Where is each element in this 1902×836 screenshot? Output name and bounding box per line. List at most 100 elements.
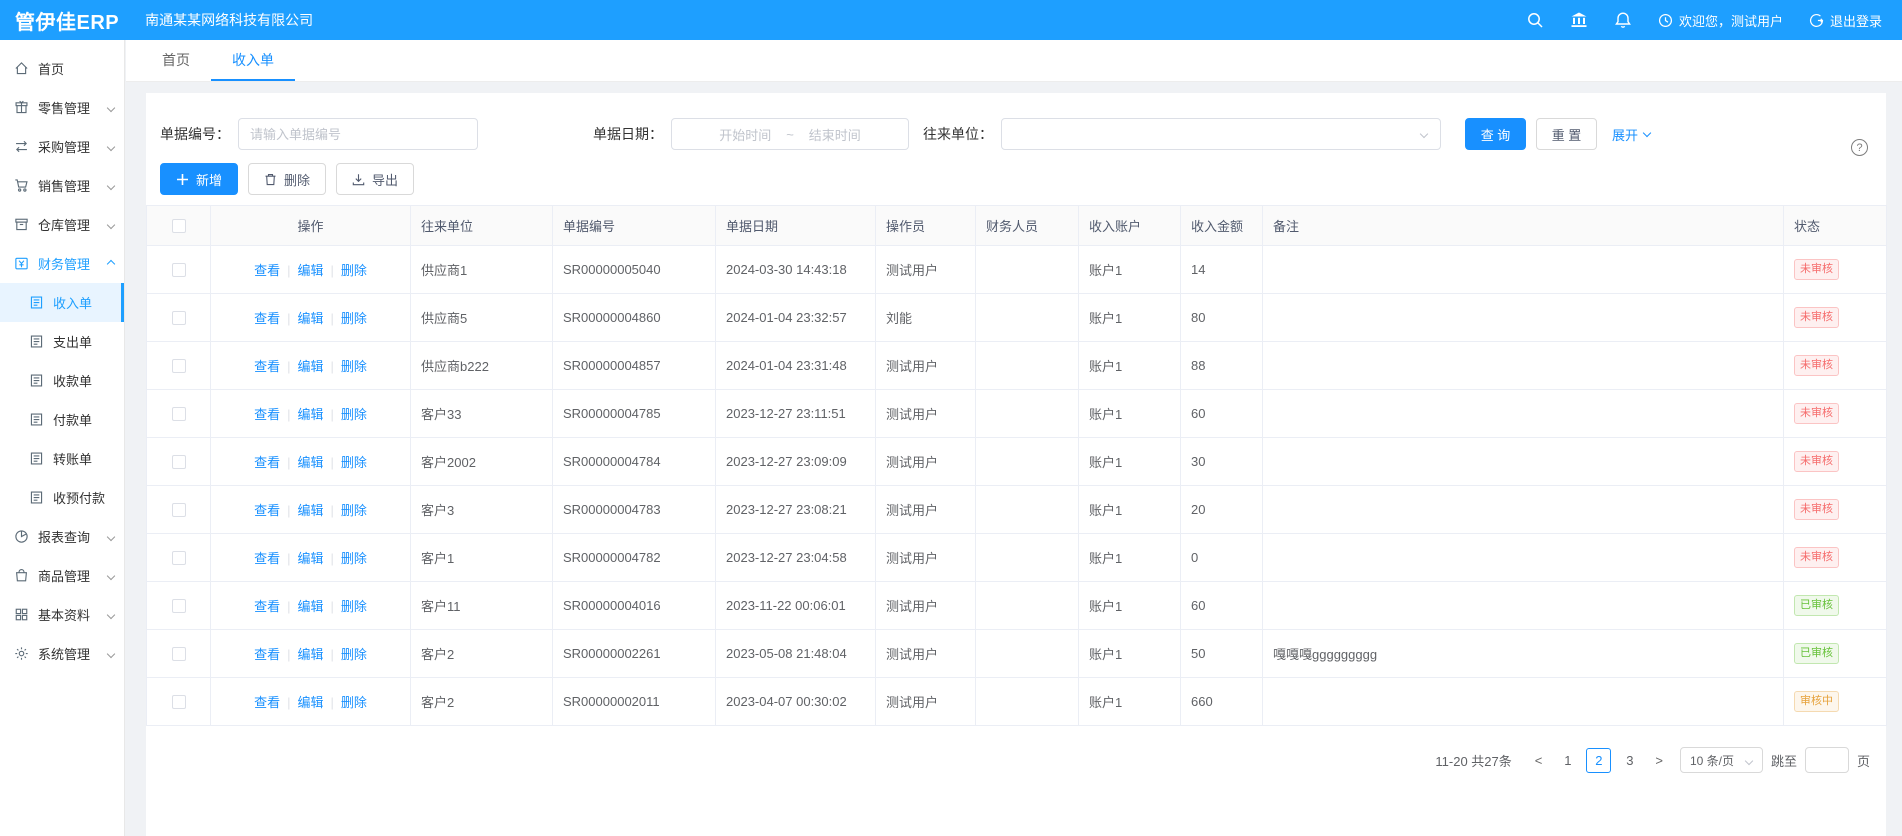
edit-link[interactable]: 编辑 bbox=[297, 263, 323, 278]
edit-link[interactable]: 编辑 bbox=[297, 599, 323, 614]
bill-no-cell: SR00000005040 bbox=[553, 246, 716, 294]
edit-link[interactable]: 编辑 bbox=[297, 407, 323, 422]
tab-home[interactable]: 首页 bbox=[141, 40, 211, 81]
view-link[interactable]: 查看 bbox=[254, 311, 280, 326]
edit-link[interactable]: 编辑 bbox=[297, 359, 323, 374]
page-size-select[interactable]: 10 条/页 bbox=[1680, 747, 1763, 773]
bell-icon[interactable] bbox=[1614, 11, 1632, 29]
view-link[interactable]: 查看 bbox=[254, 263, 280, 278]
row-checkbox[interactable] bbox=[172, 695, 186, 709]
page-button-1[interactable]: 1 bbox=[1555, 748, 1580, 773]
select-all-checkbox[interactable] bbox=[172, 219, 186, 233]
column-header-operation: 操作 bbox=[211, 206, 411, 246]
sidebar-item-goods[interactable]: 商品管理 bbox=[0, 556, 124, 595]
sidebar-item-home[interactable]: 首页 bbox=[0, 49, 124, 88]
date-range-input[interactable]: 开始时间 ~ 结束时间 bbox=[671, 118, 909, 150]
delete-link[interactable]: 删除 bbox=[341, 503, 367, 518]
view-link[interactable]: 查看 bbox=[254, 599, 280, 614]
sidebar-item-payment-bill[interactable]: 付款单 bbox=[0, 400, 124, 439]
row-checkbox[interactable] bbox=[172, 311, 186, 325]
delete-link[interactable]: 删除 bbox=[341, 695, 367, 710]
partner-select[interactable] bbox=[1001, 118, 1441, 150]
add-button[interactable]: 新增 bbox=[160, 163, 238, 195]
delete-link[interactable]: 删除 bbox=[341, 551, 367, 566]
sidebar-item-finance[interactable]: 财务管理 bbox=[0, 244, 124, 283]
view-link[interactable]: 查看 bbox=[254, 407, 280, 422]
sidebar-item-system[interactable]: 系统管理 bbox=[0, 634, 124, 673]
sidebar-item-purchase[interactable]: 采购管理 bbox=[0, 127, 124, 166]
sidebar-item-prepayment[interactable]: 收预付款 bbox=[0, 478, 124, 517]
row-checkbox[interactable] bbox=[172, 551, 186, 565]
view-link[interactable]: 查看 bbox=[254, 503, 280, 518]
row-checkbox[interactable] bbox=[172, 263, 186, 277]
delete-link[interactable]: 删除 bbox=[341, 407, 367, 422]
link-separator: | bbox=[331, 263, 334, 278]
delete-link[interactable]: 删除 bbox=[341, 599, 367, 614]
bill-date-cell: 2023-05-08 21:48:04 bbox=[716, 630, 876, 678]
income-account-cell: 账户1 bbox=[1079, 582, 1181, 630]
status-badge: 审核中 bbox=[1794, 691, 1839, 712]
edit-link[interactable]: 编辑 bbox=[297, 311, 323, 326]
bill-no-input[interactable] bbox=[238, 118, 478, 150]
logout-button[interactable]: 退出登录 bbox=[1809, 11, 1882, 30]
edit-link[interactable]: 编辑 bbox=[297, 455, 323, 470]
sidebar-item-label: 商品管理 bbox=[38, 566, 90, 585]
delete-link[interactable]: 删除 bbox=[341, 647, 367, 662]
edit-link[interactable]: 编辑 bbox=[297, 551, 323, 566]
row-checkbox[interactable] bbox=[172, 503, 186, 517]
prev-page-button[interactable]: < bbox=[1530, 753, 1548, 768]
jump-page-input[interactable] bbox=[1805, 747, 1849, 773]
next-page-button[interactable]: > bbox=[1650, 753, 1668, 768]
remark-cell bbox=[1263, 678, 1784, 726]
delete-button[interactable]: 删除 bbox=[248, 163, 326, 195]
view-link[interactable]: 查看 bbox=[254, 359, 280, 374]
sidebar-item-retail[interactable]: 零售管理 bbox=[0, 88, 124, 127]
date-separator: ~ bbox=[786, 127, 794, 142]
row-checkbox[interactable] bbox=[172, 407, 186, 421]
export-button[interactable]: 导出 bbox=[336, 163, 414, 195]
sidebar-item-warehouse[interactable]: 仓库管理 bbox=[0, 205, 124, 244]
delete-link[interactable]: 删除 bbox=[341, 263, 367, 278]
bank-icon[interactable] bbox=[1570, 11, 1588, 29]
delete-link[interactable]: 删除 bbox=[341, 311, 367, 326]
search-icon[interactable] bbox=[1526, 11, 1544, 29]
sidebar-item-label: 转账单 bbox=[53, 449, 92, 468]
tab-income-bill[interactable]: 收入单 bbox=[211, 40, 295, 81]
view-link[interactable]: 查看 bbox=[254, 455, 280, 470]
logout-text: 退出登录 bbox=[1830, 11, 1882, 30]
delete-link[interactable]: 删除 bbox=[341, 359, 367, 374]
view-link[interactable]: 查看 bbox=[254, 695, 280, 710]
income-account-cell: 账户1 bbox=[1079, 486, 1181, 534]
row-checkbox[interactable] bbox=[172, 455, 186, 469]
partner-cell: 供应商5 bbox=[411, 294, 553, 342]
edit-link[interactable]: 编辑 bbox=[297, 503, 323, 518]
edit-link[interactable]: 编辑 bbox=[297, 647, 323, 662]
expand-link[interactable]: 展开 bbox=[1612, 125, 1650, 144]
sidebar-item-basic-data[interactable]: 基本资料 bbox=[0, 595, 124, 634]
column-header-remark: 备注 bbox=[1263, 206, 1784, 246]
table-row: 查看|编辑|删除客户2SR000000022612023-05-08 21:48… bbox=[147, 630, 1887, 678]
sidebar-item-receipt-bill[interactable]: 收款单 bbox=[0, 361, 124, 400]
edit-link[interactable]: 编辑 bbox=[297, 695, 323, 710]
bill-date-cell: 2023-04-07 00:30:02 bbox=[716, 678, 876, 726]
view-link[interactable]: 查看 bbox=[254, 551, 280, 566]
sidebar-item-income-bill[interactable]: 收入单 bbox=[0, 283, 124, 322]
row-checkbox[interactable] bbox=[172, 599, 186, 613]
row-checkbox[interactable] bbox=[172, 359, 186, 373]
delete-link[interactable]: 删除 bbox=[341, 455, 367, 470]
page-button-3[interactable]: 3 bbox=[1617, 748, 1642, 773]
view-link[interactable]: 查看 bbox=[254, 647, 280, 662]
search-button[interactable]: 查 询 bbox=[1465, 118, 1526, 150]
sidebar-item-report[interactable]: 报表查询 bbox=[0, 517, 124, 556]
sidebar-item-expense-bill[interactable]: 支出单 bbox=[0, 322, 124, 361]
reset-button[interactable]: 重 置 bbox=[1536, 118, 1597, 150]
income-account-cell: 账户1 bbox=[1079, 438, 1181, 486]
sidebar-item-transfer-bill[interactable]: 转账单 bbox=[0, 439, 124, 478]
sidebar-item-sales[interactable]: 销售管理 bbox=[0, 166, 124, 205]
page-button-2[interactable]: 2 bbox=[1586, 748, 1611, 773]
link-separator: | bbox=[287, 311, 290, 326]
welcome-text: 欢迎您，测试用户 bbox=[1679, 11, 1783, 30]
help-icon[interactable]: ? bbox=[1851, 139, 1868, 156]
row-checkbox[interactable] bbox=[172, 647, 186, 661]
welcome-user[interactable]: 欢迎您，测试用户 bbox=[1658, 11, 1783, 30]
